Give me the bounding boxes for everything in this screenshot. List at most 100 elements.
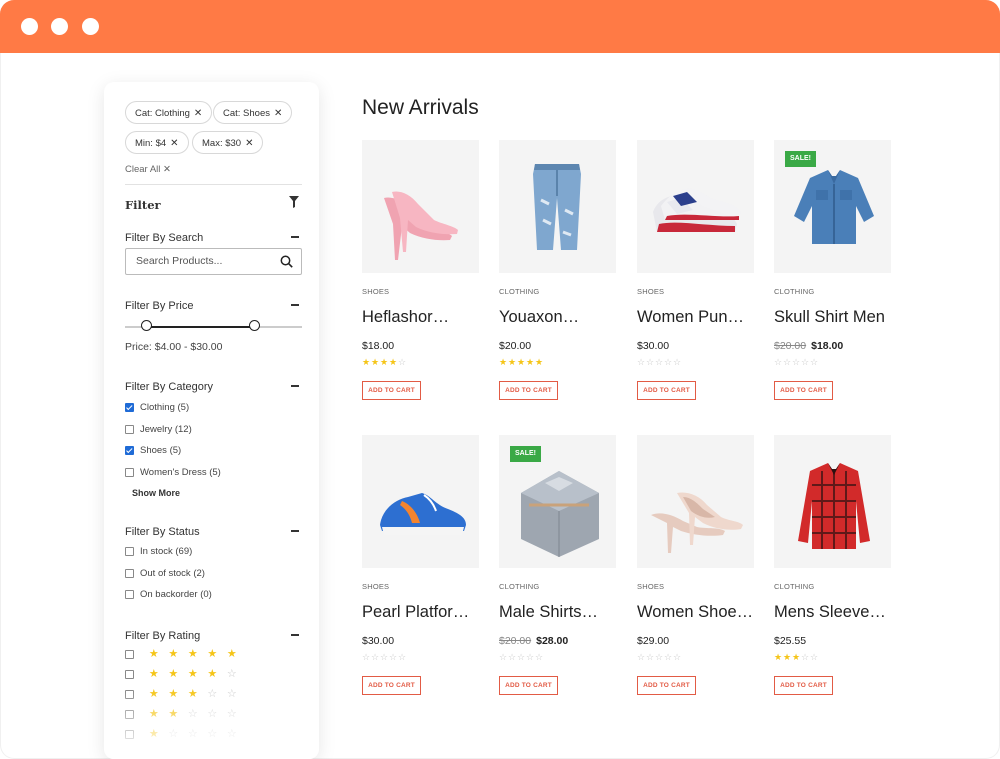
product-image[interactable] <box>499 140 616 273</box>
product-category: SHOES <box>637 582 665 591</box>
checkbox[interactable] <box>125 670 134 679</box>
category-option[interactable]: Jewelry (12) <box>125 424 192 435</box>
product-category: SHOES <box>362 582 390 591</box>
star-icon: ☆ <box>535 652 544 662</box>
checkbox[interactable] <box>125 446 134 455</box>
search-input[interactable] <box>134 254 278 268</box>
product-card[interactable]: SHOES Pearl Platfor… $30.00 ☆ ☆ ☆ ☆ ☆ ADD TO CAR… <box>362 435 480 705</box>
add-to-cart-button[interactable]: ADD TO CART <box>637 381 696 400</box>
product-image[interactable] <box>362 140 479 273</box>
product-card[interactable]: SHOES Heflashor… $18.00 ★ ★ ★ ★ ☆ ADD TO CART <box>362 140 480 410</box>
checkbox[interactable] <box>125 568 134 578</box>
star-icon: ★ <box>499 357 508 367</box>
add-to-cart-button[interactable]: ADD TO CART <box>774 676 833 695</box>
rating-option[interactable]: ★ ★ ★ ★ ★ <box>125 649 242 660</box>
rating-option[interactable]: ★ ★ ☆ ☆ ☆ <box>125 709 242 720</box>
status-option[interactable]: Out of stock (2) <box>125 568 205 579</box>
product-image[interactable]: SALE! <box>499 435 616 568</box>
checkbox[interactable] <box>125 467 134 477</box>
product-image[interactable] <box>637 140 754 273</box>
add-to-cart-button[interactable]: ADD TO CART <box>637 676 696 695</box>
star-icon: ☆ <box>362 652 371 662</box>
close-icon[interactable]: ✕ <box>170 138 178 149</box>
show-more-link[interactable]: Show More <box>132 488 180 498</box>
star-icon: ☆ <box>187 708 198 720</box>
star-icon: ★ <box>168 688 179 700</box>
star-icon: ☆ <box>646 357 655 367</box>
close-icon[interactable]: ✕ <box>194 108 202 119</box>
product-name[interactable]: Mens Sleeve… <box>774 603 886 622</box>
product-name[interactable]: Heflashor… <box>362 308 449 327</box>
filter-chip-max[interactable]: Max: $30 ✕ <box>192 131 264 154</box>
add-to-cart-button[interactable]: ADD TO CART <box>499 676 558 695</box>
category-option[interactable]: Women's Dress (5) <box>125 467 221 478</box>
product-card[interactable]: SALE! CLOTHING Male Shirts… $20.00 $28.00 ☆ ☆ ☆… <box>499 435 617 705</box>
clear-all-link[interactable]: Clear All ✕ <box>125 164 171 175</box>
page-title: New Arrivals <box>362 96 479 119</box>
collapse-icon[interactable] <box>291 634 299 636</box>
checkbox[interactable] <box>125 403 134 412</box>
window-dot-icon[interactable] <box>51 18 68 35</box>
status-option[interactable]: In stock (69) <box>125 546 192 557</box>
collapse-icon[interactable] <box>291 304 299 306</box>
category-option[interactable]: Clothing (5) <box>125 402 189 413</box>
add-to-cart-button[interactable]: ADD TO CART <box>362 381 421 400</box>
window-dot-icon[interactable] <box>82 18 99 35</box>
product-image[interactable] <box>637 435 754 568</box>
checkbox[interactable] <box>125 730 134 739</box>
checkbox-label: In stock (69) <box>140 546 193 557</box>
product-category: SHOES <box>637 287 665 296</box>
product-name[interactable]: Male Shirts… <box>499 603 598 622</box>
product-name[interactable]: Pearl Platfor… <box>362 603 469 622</box>
rating-option[interactable]: ★ ☆ ☆ ☆ ☆ <box>125 729 242 740</box>
product-image[interactable]: SALE! <box>774 140 891 273</box>
plaid-shirt-image <box>798 463 870 549</box>
filter-title: Filter <box>125 198 161 212</box>
pink-heels-image <box>384 191 458 260</box>
product-card[interactable]: CLOTHING Youaxon… $20.00 ★ ★ ★ ★ ★ ADD TO CART <box>499 140 617 410</box>
checkbox[interactable] <box>125 547 134 556</box>
checkbox[interactable] <box>125 590 134 599</box>
add-to-cart-button[interactable]: ADD TO CART <box>774 381 833 400</box>
checkbox[interactable] <box>125 650 134 659</box>
search-icon[interactable] <box>280 255 293 268</box>
add-to-cart-button[interactable]: ADD TO CART <box>499 381 558 400</box>
product-image[interactable] <box>362 435 479 568</box>
price-slider-max-handle[interactable] <box>248 320 260 331</box>
checkbox[interactable] <box>125 710 134 719</box>
close-icon[interactable]: ✕ <box>245 138 253 149</box>
collapse-icon[interactable] <box>291 236 299 238</box>
product-name[interactable]: Women Shoe… <box>637 603 753 622</box>
price-slider[interactable] <box>125 320 302 331</box>
product-name[interactable]: Women Pun… <box>637 308 744 327</box>
product-category: SHOES <box>362 287 390 296</box>
checkbox[interactable] <box>125 424 134 434</box>
beige-heels-image <box>651 492 743 553</box>
product-card[interactable]: SHOES Women Shoe… $29.00 ☆ ☆ ☆ ☆ ☆ ADD TO CART <box>637 435 755 705</box>
status-option[interactable]: On backorder (0) <box>125 589 212 600</box>
filter-chip-shoes[interactable]: Cat: Shoes ✕ <box>213 101 293 124</box>
rating-option[interactable]: ★ ★ ★ ★ ☆ <box>125 669 242 680</box>
star-icon: ☆ <box>226 688 237 700</box>
product-name[interactable]: Skull Shirt Men <box>774 308 885 327</box>
window-dot-icon[interactable] <box>21 18 38 35</box>
product-card[interactable]: SALE! CLOTHING Skull Shirt Men $20.00 $18.00… <box>774 140 892 410</box>
collapse-icon[interactable] <box>291 385 299 387</box>
product-name[interactable]: Youaxon… <box>499 308 579 327</box>
close-icon[interactable]: ✕ <box>274 108 282 119</box>
product-card[interactable]: CLOTHING Mens Sleeve… $25.55 ★ ★ ★ ☆ ☆ ADD TO CA… <box>774 435 892 705</box>
filter-chip-clothing[interactable]: Cat: Clothing ✕ <box>125 101 213 124</box>
checkbox[interactable] <box>125 690 134 699</box>
category-option[interactable]: Shoes (5) <box>125 445 181 456</box>
product-card[interactable]: SHOES Women Pun… $30.00 ☆ ☆ ☆ ☆ ☆ ADD TO CART <box>637 140 755 410</box>
star-icon: ★ <box>187 688 198 700</box>
add-to-cart-button[interactable]: ADD TO CART <box>362 676 421 695</box>
rating-option[interactable]: ★ ★ ★ ☆ ☆ <box>125 689 242 700</box>
product-image[interactable] <box>774 435 891 568</box>
star-icon: ☆ <box>207 728 218 740</box>
checkbox-label: Clothing (5) <box>140 402 190 413</box>
window-titlebar <box>0 0 1000 53</box>
filter-chip-min[interactable]: Min: $4 ✕ <box>125 131 189 154</box>
price-slider-min-handle[interactable] <box>140 320 152 331</box>
collapse-icon[interactable] <box>291 530 299 532</box>
